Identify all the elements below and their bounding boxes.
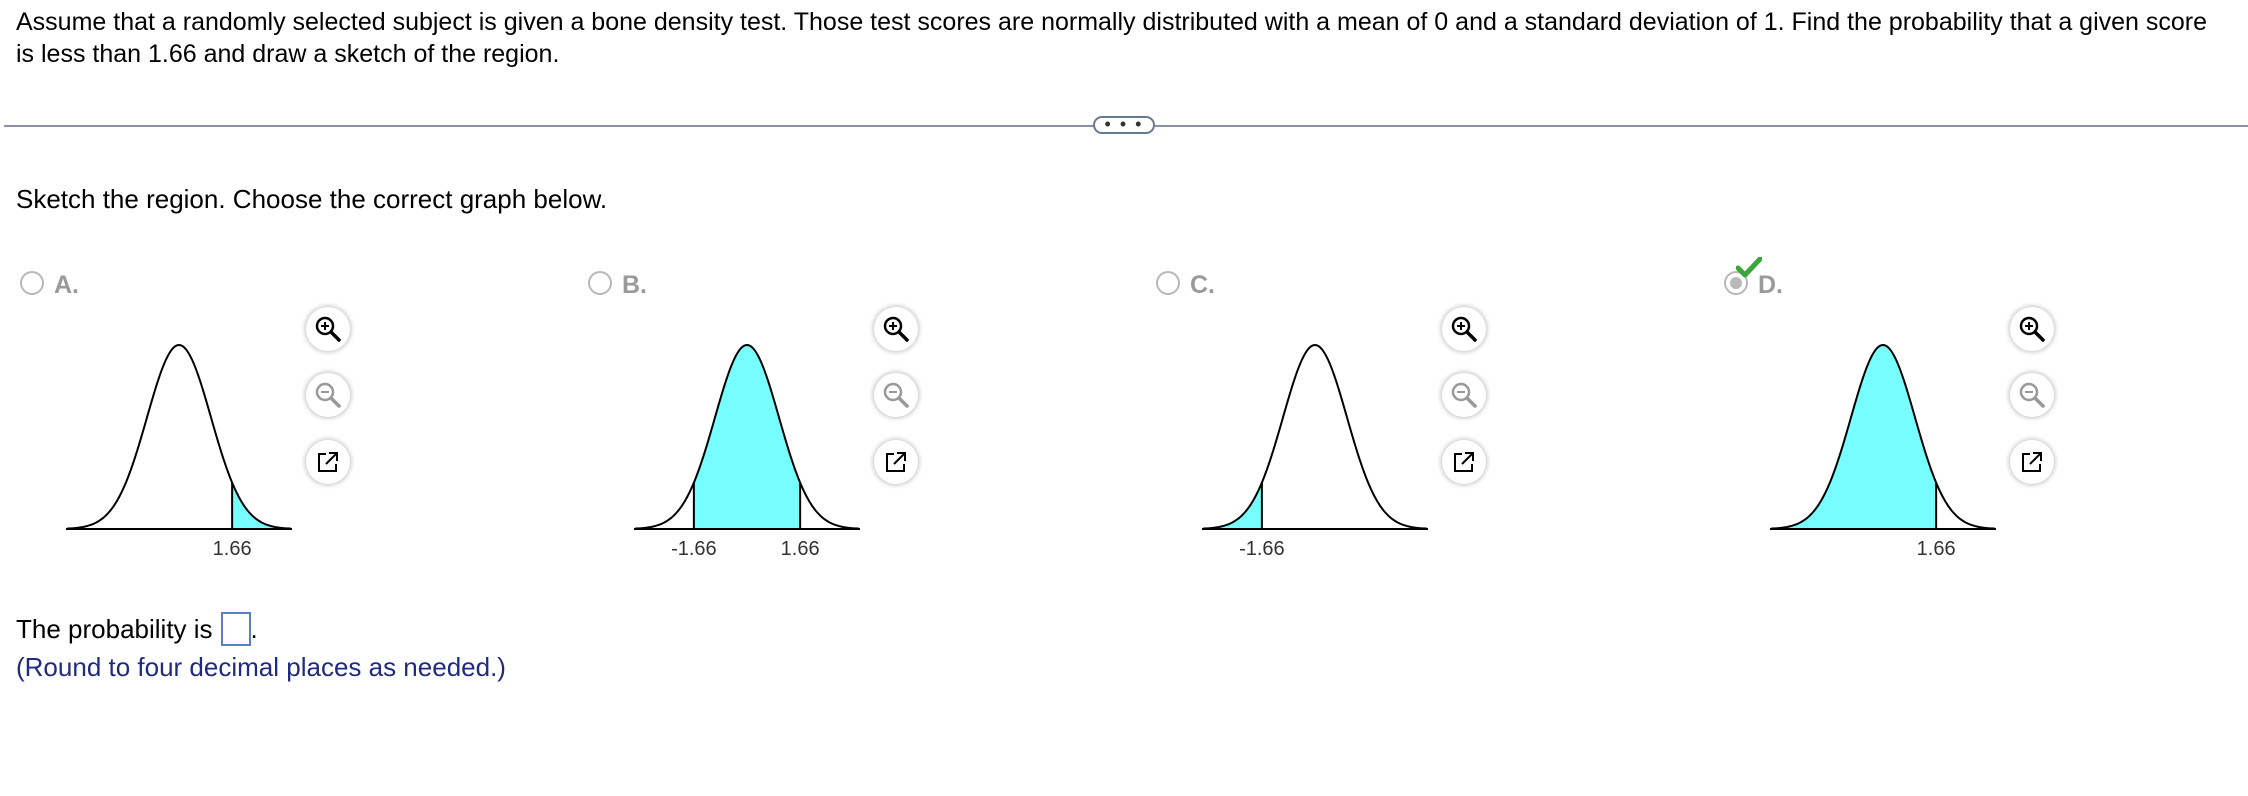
answer-prefix: The probability is — [16, 613, 213, 644]
option-c[interactable]: C. -1.66 — [1152, 255, 1720, 575]
option-a-letter: A. — [54, 271, 79, 299]
option-c-radio[interactable] — [1156, 271, 1180, 295]
option-c-letter: C. — [1190, 271, 1215, 299]
option-b-tick-label-right: 1.66 — [781, 538, 820, 560]
option-d-zoom-in-button[interactable] — [2010, 307, 2054, 351]
zoom-out-icon — [315, 382, 341, 408]
zoom-in-icon — [1451, 316, 1477, 342]
question-text: Assume that a randomly selected subject … — [16, 8, 2208, 68]
popout-icon — [1454, 452, 1474, 472]
option-d-letter: D. — [1758, 271, 1783, 299]
option-b-radio[interactable] — [588, 271, 612, 295]
option-a[interactable]: A. 1.66 — [16, 255, 584, 575]
option-d-graph: 1.66 — [1770, 343, 1996, 560]
popout-icon — [886, 452, 906, 472]
option-d-shaded-region — [1771, 345, 1937, 529]
option-a-graph: 1.66 — [66, 343, 292, 560]
option-c-tick-label: -1.66 — [1239, 538, 1285, 560]
answer-row: The probability is . — [16, 612, 258, 646]
probability-input[interactable] — [220, 612, 251, 646]
expand-button[interactable]: • • • — [1093, 115, 1155, 134]
zoom-out-icon — [2019, 382, 2045, 408]
option-d[interactable]: D. 1.66 — [1720, 255, 2248, 575]
instruction-text: Sketch the region. Choose the correct gr… — [16, 184, 608, 214]
option-c-zoom-out-button[interactable] — [1442, 373, 1486, 417]
option-a-popout-button[interactable] — [306, 440, 350, 484]
option-b[interactable]: B. -1.66 1.66 — [584, 255, 1152, 575]
option-d-tick-label: 1.66 — [1917, 538, 1956, 560]
option-a-zoom-out-button[interactable] — [306, 373, 350, 417]
option-c-graph: -1.66 — [1202, 343, 1428, 560]
option-b-popout-button[interactable] — [874, 440, 918, 484]
option-c-curve — [1202, 343, 1428, 530]
option-b-tick-label-left: -1.66 — [671, 538, 717, 560]
popout-icon — [2022, 452, 2042, 472]
option-d-popout-button[interactable] — [2010, 440, 2054, 484]
rounding-note: (Round to four decimal places as needed.… — [16, 652, 506, 682]
option-b-zoom-in-button[interactable] — [874, 307, 918, 351]
zoom-in-icon — [2019, 316, 2045, 342]
option-a-radio[interactable] — [20, 271, 44, 295]
zoom-out-icon — [1451, 382, 1477, 408]
option-a-tick-label: 1.66 — [213, 538, 252, 560]
option-b-graph: -1.66 1.66 — [634, 343, 860, 560]
option-c-zoom-in-button[interactable] — [1442, 307, 1486, 351]
option-d-zoom-out-button[interactable] — [2010, 373, 2054, 417]
popout-icon — [318, 452, 338, 472]
answer-suffix: . — [250, 613, 258, 644]
option-b-zoom-out-button[interactable] — [874, 373, 918, 417]
option-a-curve — [66, 343, 292, 530]
option-c-popout-button[interactable] — [1442, 440, 1486, 484]
zoom-out-icon — [883, 382, 909, 408]
option-a-zoom-in-button[interactable] — [306, 307, 350, 351]
zoom-in-icon — [883, 316, 909, 342]
zoom-in-icon — [315, 316, 341, 342]
option-b-letter: B. — [622, 271, 647, 299]
